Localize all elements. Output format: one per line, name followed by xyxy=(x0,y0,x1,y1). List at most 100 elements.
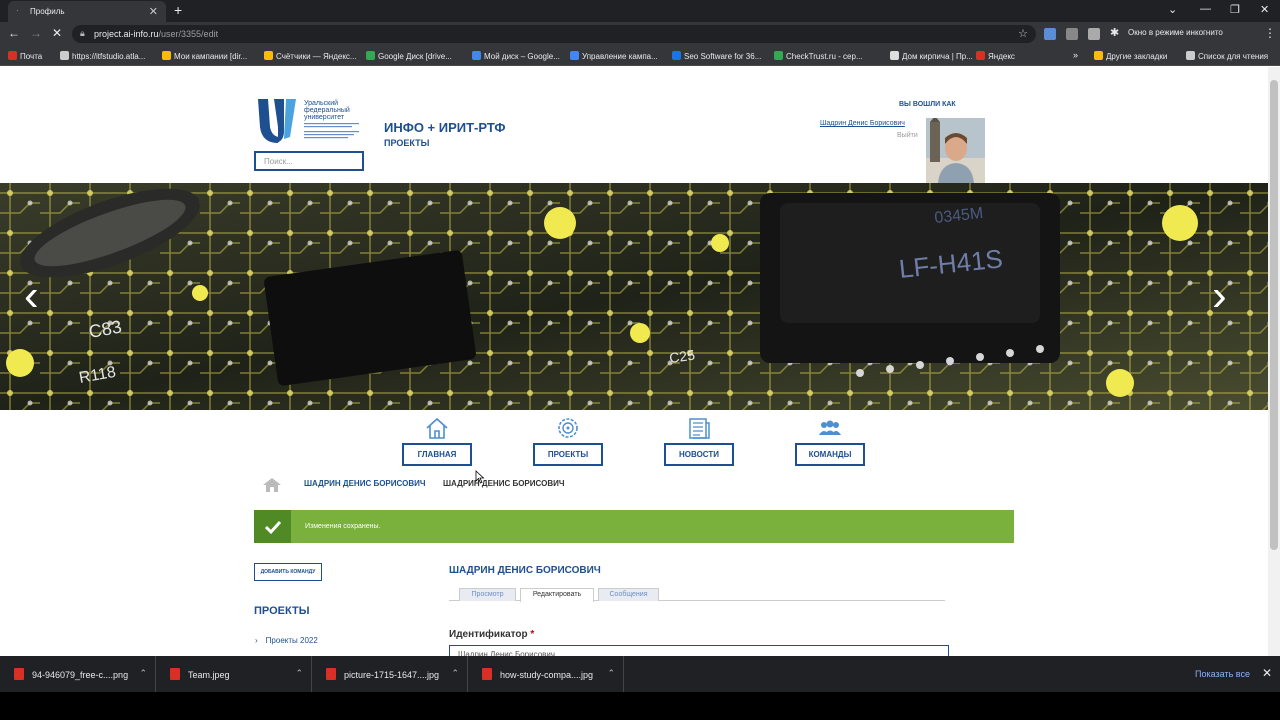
add-team-button[interactable]: ДОБАВИТЬ КОМАНДУ xyxy=(254,563,322,581)
tab-messages[interactable]: Сообщения xyxy=(598,588,659,601)
search-input[interactable]: Поиск... xyxy=(254,151,364,171)
image-file-icon xyxy=(170,668,180,680)
menu-icon[interactable]: ⋮ xyxy=(1264,26,1276,40)
nav-home[interactable]: ГЛАВНАЯ xyxy=(402,416,472,466)
extension-icon[interactable] xyxy=(1044,28,1056,40)
download-options-icon[interactable]: ⌃ xyxy=(139,668,147,679)
show-all-downloads-link[interactable]: Показать все xyxy=(1195,669,1250,679)
bookmark-favicon-icon xyxy=(264,51,273,60)
url-bar[interactable]: 🔒︎ project.ai-info.ru/user/3355/edit ☆ xyxy=(72,25,1036,43)
bookmark-label: https://itfstudio.atla... xyxy=(72,52,146,61)
tab-edit[interactable]: Редактировать xyxy=(520,588,594,602)
bookmark-label: Seo Software for 36... xyxy=(684,52,762,61)
bookmark-item[interactable]: Seo Software for 36... xyxy=(672,51,761,61)
bookmark-favicon-icon xyxy=(890,51,899,60)
download-item[interactable]: how-study-compa....jpg ⌃ xyxy=(468,656,624,692)
nav-home-button[interactable]: ГЛАВНАЯ xyxy=(402,443,472,466)
puzzle-icon[interactable]: ✱ xyxy=(1110,26,1119,39)
identifier-input[interactable]: Шадрин Денис Борисович xyxy=(449,645,949,656)
more-bookmarks-icon[interactable]: » xyxy=(1073,50,1078,60)
window-close-icon[interactable]: ✕ xyxy=(1260,3,1269,16)
bookmark-label: Google Диск [drive... xyxy=(378,52,452,61)
other-bookmarks[interactable]: Другие закладки xyxy=(1094,51,1167,61)
ural-university-logo[interactable]: Уральский федеральный университет xyxy=(256,97,366,145)
download-options-icon[interactable]: ⌃ xyxy=(607,668,615,679)
download-item[interactable]: Team.jpeg ⌃ xyxy=(156,656,312,692)
bookmark-item[interactable]: Дом кирпича | Пр... xyxy=(890,51,973,61)
carousel-prev-icon[interactable]: ‹ xyxy=(24,271,39,321)
extension-icon[interactable] xyxy=(1066,28,1078,40)
scrollbar-thumb[interactable] xyxy=(1270,80,1278,550)
bookmark-item[interactable]: Мой диск – Google... xyxy=(472,51,560,61)
back-icon[interactable]: ← xyxy=(8,26,20,40)
nav-teams[interactable]: КОМАНДЫ xyxy=(795,416,865,466)
logo-text: университет xyxy=(304,114,345,121)
checkmark-icon xyxy=(254,510,291,543)
bookmark-item[interactable]: Счётчики — Яндекс... xyxy=(264,51,357,61)
home-icon xyxy=(426,417,448,439)
bookmark-item[interactable]: Яндекс xyxy=(976,51,1015,61)
bookmark-favicon-icon xyxy=(976,51,985,60)
new-tab-icon[interactable]: + xyxy=(174,2,182,18)
forward-icon[interactable]: → xyxy=(30,26,42,40)
stop-icon[interactable]: ✕ xyxy=(52,26,62,40)
downloads-close-icon[interactable]: ✕ xyxy=(1262,666,1272,680)
bookmark-item[interactable]: CheckTrust.ru - сер... xyxy=(774,51,863,61)
tab-close-icon[interactable]: ✕ xyxy=(149,5,158,18)
news-icon xyxy=(689,418,710,439)
user-name-link[interactable]: Шадрин Денис Борисович xyxy=(820,120,905,127)
extension-icon[interactable] xyxy=(1088,28,1100,40)
url-path: /user/3355/edit xyxy=(158,29,219,39)
image-file-icon xyxy=(482,668,492,680)
image-file-icon xyxy=(14,668,24,680)
nav-projects[interactable]: ПРОЕКТЫ xyxy=(533,416,603,466)
incognito-label[interactable]: Окно в режиме инкогнито xyxy=(1128,28,1223,37)
nav-news[interactable]: НОВОСТИ xyxy=(664,416,734,466)
logo-text: Уральский xyxy=(304,99,338,107)
breadcrumb-home-icon[interactable] xyxy=(262,477,282,498)
downloads-bar: 94-946079_free-c....png ⌃ Team.jpeg ⌃ pictur… xyxy=(0,656,1280,692)
hero-banner-image: LF-H41S 0345M C83 R118 C25 xyxy=(0,183,1268,410)
nav-news-button[interactable]: НОВОСТИ xyxy=(664,443,734,466)
breadcrumb-link[interactable]: ШАДРИН ДЕНИС БОРИСОВИЧ xyxy=(304,479,425,488)
site-title[interactable]: ИНФО + ИРИТ-РТФ xyxy=(384,120,505,135)
bookmark-favicon-icon xyxy=(774,51,783,60)
bookmark-item[interactable]: Управление кампа... xyxy=(570,51,658,61)
sidebar-item-label: Проекты 2022 xyxy=(265,636,318,645)
address-toolbar: ← → ✕ 🔒︎ project.ai-info.ru/user/3355/ed… xyxy=(0,22,1280,46)
tab-view[interactable]: Просмотр xyxy=(459,588,516,601)
page-content: Уральский федеральный университет Поиск.… xyxy=(0,67,1268,656)
bookmark-item[interactable]: https://itfstudio.atla... xyxy=(60,51,145,61)
bookmark-label: Мой диск – Google... xyxy=(484,52,560,61)
tab-title: Профиль xyxy=(30,7,65,16)
bookmark-favicon-icon xyxy=(672,51,681,60)
bookmark-item[interactable]: Мои кампании [dir... xyxy=(162,51,247,61)
bookmark-star-icon[interactable]: ☆ xyxy=(1018,27,1028,40)
bookmark-item[interactable]: Почта xyxy=(8,51,42,61)
download-item[interactable]: picture-1715-1647....jpg ⌃ xyxy=(312,656,468,692)
breadcrumb-current: ШАДРИН ДЕНИС БОРИСОВИЧ xyxy=(443,479,565,488)
download-item[interactable]: 94-946079_free-c....png ⌃ xyxy=(0,656,156,692)
download-options-icon[interactable]: ⌃ xyxy=(295,668,303,679)
bookmark-favicon-icon xyxy=(366,51,375,60)
download-options-icon[interactable]: ⌃ xyxy=(451,668,459,679)
carousel-next-icon[interactable]: › xyxy=(1212,271,1227,321)
download-file-name: picture-1715-1647....jpg xyxy=(344,670,440,680)
lock-icon: 🔒︎ xyxy=(80,28,85,38)
sidebar-item-projects-2022[interactable]: › Проекты 2022 xyxy=(255,636,318,645)
nav-teams-button[interactable]: КОМАНДЫ xyxy=(795,443,865,466)
avatar[interactable] xyxy=(926,118,985,183)
bookmark-item[interactable]: Google Диск [drive... xyxy=(366,51,452,61)
reading-list[interactable]: Список для чтения xyxy=(1186,51,1268,61)
gear-icon xyxy=(558,418,578,438)
tab-favicon-icon: · xyxy=(16,6,19,15)
restore-icon[interactable]: ❐ xyxy=(1230,3,1240,16)
logout-link[interactable]: Выйти xyxy=(897,132,918,139)
browser-tab[interactable]: · Профиль ✕ xyxy=(8,1,166,22)
minimize-icon[interactable]: — xyxy=(1200,3,1211,15)
status-message-text: Изменения сохранены. xyxy=(305,523,381,530)
screen-letterbox xyxy=(0,692,1280,720)
tab-search-icon[interactable]: ⌄ xyxy=(1168,3,1177,16)
site-subtitle: ПРОЕКТЫ xyxy=(384,138,430,148)
nav-projects-button[interactable]: ПРОЕКТЫ xyxy=(533,443,603,466)
